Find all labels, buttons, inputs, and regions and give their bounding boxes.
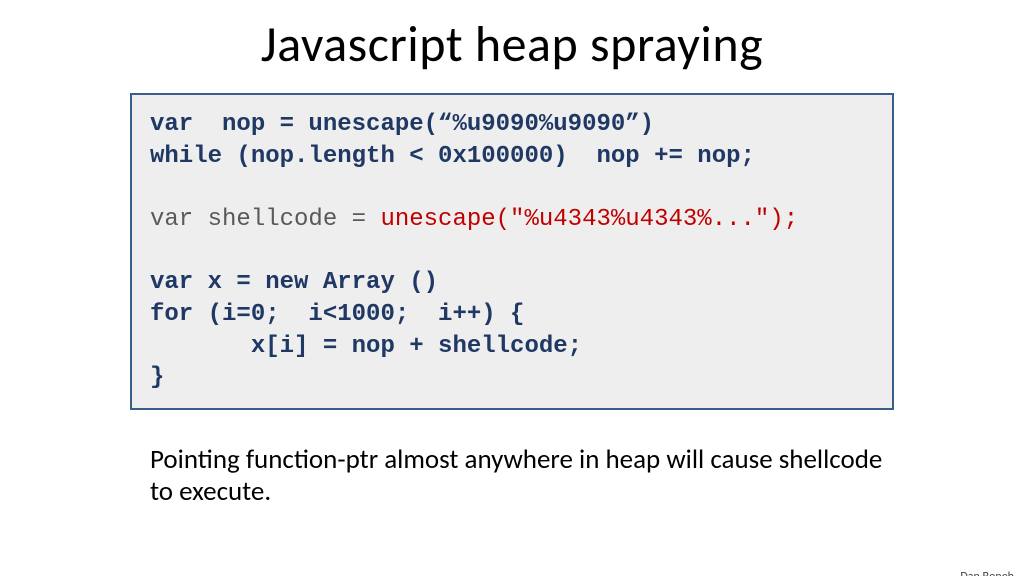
code-line-3b: unescape("%u4343%u4343%..."); bbox=[380, 206, 798, 233]
code-line-6: x[i] = nop + shellcode; bbox=[150, 333, 582, 360]
code-block: var nop = unescape(“%u9090%u9090”) while… bbox=[130, 93, 894, 410]
code-line-2: while (nop.length < 0x100000) nop += nop… bbox=[150, 143, 755, 170]
code-line-1: var nop = unescape(“%u9090%u9090”) bbox=[150, 111, 654, 138]
code-line-7: } bbox=[150, 364, 164, 391]
slide-title: Javascript heap spraying bbox=[0, 14, 1024, 75]
author-credit: Dan Boneh bbox=[960, 570, 1014, 576]
code-line-5: for (i=0; i<1000; i++) { bbox=[150, 301, 524, 328]
slide: Javascript heap spraying var nop = unesc… bbox=[0, 14, 1024, 576]
slide-caption: Pointing function-ptr almost anywhere in… bbox=[150, 444, 894, 508]
code-line-4: var x = new Array () bbox=[150, 269, 438, 296]
code-line-3a: var shellcode = bbox=[150, 206, 380, 233]
